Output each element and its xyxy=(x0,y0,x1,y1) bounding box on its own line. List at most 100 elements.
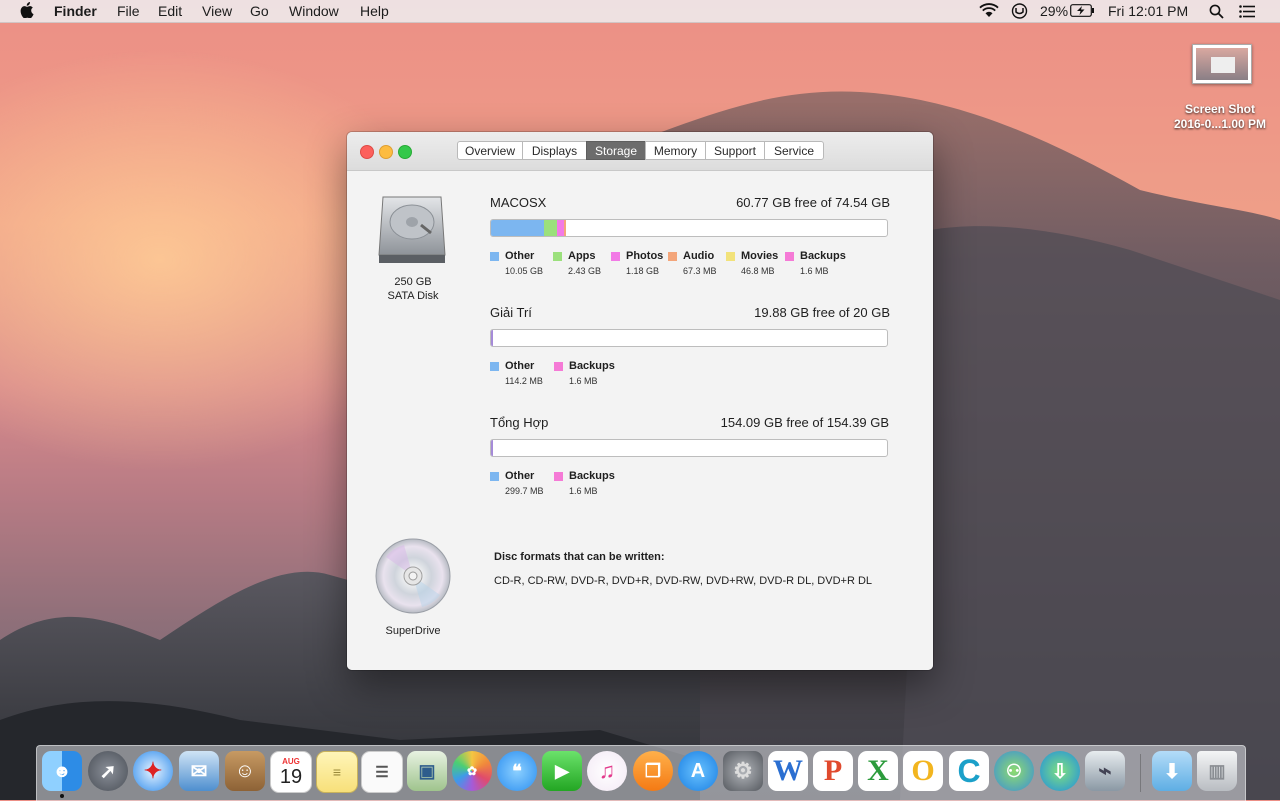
messages-icon[interactable]: ❝ xyxy=(497,751,537,791)
apple-menu-icon[interactable] xyxy=(20,2,34,18)
menu-edit[interactable]: Edit xyxy=(158,3,182,19)
volume-name: Tổng Hợp xyxy=(490,415,549,430)
bar-segment-other xyxy=(491,330,493,346)
tab-service[interactable]: Service xyxy=(764,141,824,160)
calendar-month: AUG xyxy=(282,756,300,766)
facetime-icon[interactable]: ▶ xyxy=(542,751,582,791)
volume-free-space: 60.77 GB free of 74.54 GB xyxy=(736,195,890,210)
tab-memory[interactable]: Memory xyxy=(645,141,706,160)
volume-name: Giải Trí xyxy=(490,305,532,320)
disk-capacity: 250 GB xyxy=(394,276,432,288)
legend-label: Other xyxy=(505,470,535,482)
desktop-screenshot-thumbnail[interactable] xyxy=(1192,44,1252,84)
legend-size: 10.05 GB xyxy=(505,266,544,276)
downloads-folder-icon[interactable]: ⬇ xyxy=(1152,751,1192,791)
legend-label: Other xyxy=(505,360,535,372)
unikey-icon[interactable] xyxy=(1011,3,1028,19)
outlook-icon[interactable]: O xyxy=(903,751,943,791)
title-bar[interactable]: Overview Displays Storage Memory Support… xyxy=(347,132,933,171)
legend-swatch-backups xyxy=(785,252,794,261)
ccleaner-icon[interactable]: C xyxy=(949,751,989,791)
notification-center-icon[interactable] xyxy=(1239,5,1255,18)
dock-separator xyxy=(1140,754,1141,792)
word-icon[interactable]: W xyxy=(768,751,808,791)
menu-help[interactable]: Help xyxy=(360,3,389,19)
superdrive-disc-icon xyxy=(375,538,451,614)
disk-type: SATA Disk xyxy=(387,290,439,302)
legend-label: Backups xyxy=(800,250,846,262)
calendar-icon[interactable]: AUG 19 xyxy=(270,751,312,793)
launchpad-icon[interactable]: ➚ xyxy=(88,751,128,791)
wifi-icon[interactable] xyxy=(979,3,999,18)
about-this-mac-window: Overview Displays Storage Memory Support… xyxy=(347,132,933,670)
disc-formats-list: CD-R, CD-RW, DVD-R, DVD+R, DVD-RW, DVD+R… xyxy=(494,575,873,587)
legend-size: 67.3 MB xyxy=(683,266,717,276)
legend-swatch-other xyxy=(490,362,499,371)
bar-segment-other xyxy=(491,440,493,456)
zoom-button[interactable] xyxy=(398,145,412,159)
clock[interactable]: Fri 12:01 PM xyxy=(1108,2,1188,20)
ibooks-icon[interactable]: ❒ xyxy=(633,751,673,791)
tab-storage[interactable]: Storage xyxy=(586,141,646,160)
legend-swatch-backups xyxy=(554,362,563,371)
storage-bar[interactable] xyxy=(490,219,888,237)
notes-icon[interactable]: ≡ xyxy=(316,751,358,793)
menu-window[interactable]: Window xyxy=(289,3,339,19)
volume-name: MACOSX xyxy=(490,195,547,210)
tab-support[interactable]: Support xyxy=(705,141,765,160)
trash-icon[interactable]: ▥ xyxy=(1197,751,1237,791)
itunes-icon[interactable]: ♫ xyxy=(587,751,627,791)
battery-icon[interactable] xyxy=(1070,4,1095,17)
menu-view[interactable]: View xyxy=(202,3,232,19)
spotlight-search-icon[interactable] xyxy=(1209,4,1224,19)
legend-size: 299.7 MB xyxy=(505,486,544,496)
preview-icon[interactable]: ▣ xyxy=(407,751,447,791)
network-utility-icon[interactable]: ⌁ xyxy=(1085,751,1125,791)
desktop-file-name: Screen Shot xyxy=(1184,102,1256,116)
desktop-file-date: 2016-0...1.00 PM xyxy=(1173,117,1267,131)
storage-bar[interactable] xyxy=(490,329,888,347)
tab-displays[interactable]: Displays xyxy=(522,141,587,160)
tab-overview[interactable]: Overview xyxy=(457,141,523,160)
messenger-icon[interactable]: ⚇ xyxy=(994,751,1034,791)
legend-size: 114.2 MB xyxy=(505,376,543,386)
close-button[interactable] xyxy=(360,145,374,159)
storage-panel: 250 GB SATA Disk MACOSX 60.77 GB free of… xyxy=(347,171,933,670)
system-preferences-icon[interactable]: ⚙ xyxy=(723,751,763,791)
contacts-icon[interactable]: ☺ xyxy=(225,751,265,791)
safari-icon[interactable]: ✦ xyxy=(133,751,173,791)
menu-go[interactable]: Go xyxy=(250,3,269,19)
minimize-button[interactable] xyxy=(379,145,393,159)
excel-icon[interactable]: X xyxy=(858,751,898,791)
battery-percent[interactable]: 29% xyxy=(1040,2,1068,20)
legend-swatch-backups xyxy=(554,472,563,481)
superdrive-label: SuperDrive xyxy=(385,625,441,637)
legend-label: Apps xyxy=(568,250,596,262)
legend-size: 1.6 MB xyxy=(569,376,598,386)
legend-size: 46.8 MB xyxy=(741,266,775,276)
finder-running-indicator xyxy=(60,794,64,798)
menu-file[interactable]: File xyxy=(117,3,140,19)
powerpoint-icon[interactable]: P xyxy=(813,751,853,791)
bar-segment-apps xyxy=(544,220,557,236)
legend-swatch-movies xyxy=(726,252,735,261)
disc-formats-heading: Disc formats that can be written: xyxy=(494,551,665,563)
storage-bar[interactable] xyxy=(490,439,888,457)
reminders-icon[interactable]: ☰ xyxy=(361,751,403,793)
photos-icon[interactable]: ✿ xyxy=(452,751,492,791)
menu-app-name[interactable]: Finder xyxy=(54,3,97,19)
desktop-file-label[interactable]: Screen Shot 2016-0...1.00 PM xyxy=(1160,102,1280,132)
download-manager-icon[interactable]: ⇩ xyxy=(1040,751,1080,791)
hard-disk-icon xyxy=(378,196,446,263)
finder-icon[interactable]: ☻ xyxy=(42,751,82,791)
legend-swatch-apps xyxy=(553,252,562,261)
legend-swatch-other xyxy=(490,252,499,261)
disk-info: 250 GB SATA Disk xyxy=(367,275,459,303)
bar-segment-photos xyxy=(557,220,564,236)
legend-swatch-photos xyxy=(611,252,620,261)
mail-icon[interactable]: ✉ xyxy=(179,751,219,791)
app-store-icon[interactable]: A xyxy=(678,751,718,791)
legend-swatch-audio xyxy=(668,252,677,261)
legend-size: 1.6 MB xyxy=(800,266,829,276)
legend-size: 1.18 GB xyxy=(626,266,660,276)
